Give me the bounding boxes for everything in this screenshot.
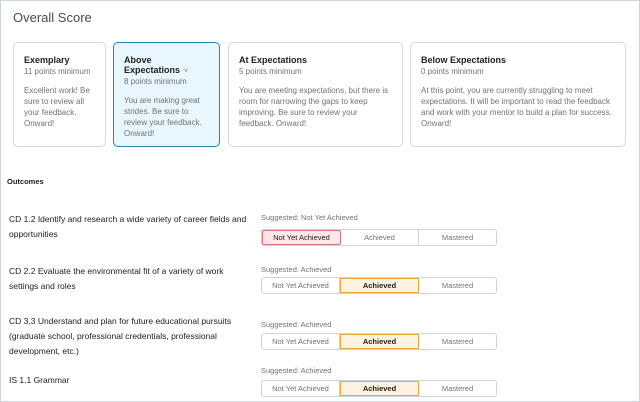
option-not-yet-achieved[interactable]: Not Yet Achieved (262, 278, 340, 293)
option-achieved[interactable]: Achieved (340, 278, 419, 293)
option-achieved[interactable]: Achieved (341, 230, 419, 245)
level-name-row: Above Expectations ˅ (124, 55, 209, 75)
outcome-name: CD 2.2 Evaluate the environmental fit of… (9, 266, 224, 291)
level-card-below-expectations[interactable]: Below Expectations 0 points minimum At t… (410, 42, 626, 147)
option-achieved[interactable]: Achieved (340, 381, 419, 396)
level-description: Excellent work! Be sure to review all yo… (24, 86, 90, 128)
level-minimum: 8 points minimum (124, 77, 187, 86)
level-name: Above Expectations (124, 55, 181, 75)
level-name: Below Expectations (421, 55, 507, 65)
option-mastered[interactable]: Mastered (419, 334, 496, 349)
level-name: At Expectations (239, 55, 308, 65)
outcome-name: CD 3.3 Understand and plan for future ed… (9, 316, 232, 356)
option-not-yet-achieved[interactable]: Not Yet Achieved (262, 381, 340, 396)
option-achieved[interactable]: Achieved (340, 334, 419, 349)
level-description: You are meeting expectations, but there … (239, 86, 389, 128)
suggested-level: Suggested: Not Yet Achieved (261, 213, 358, 222)
suggested-level: Suggested: Achieved (261, 366, 332, 375)
outcomes-heading: Outcomes (7, 177, 44, 186)
outcome-name: CD 1.2 Identify and research a wide vari… (9, 214, 247, 239)
level-card-above-expectations[interactable]: Above Expectations ˅ 8 points minimum You… (113, 42, 220, 147)
suggested-level: Suggested: Achieved (261, 265, 332, 274)
level-description: At this point, you are currently struggl… (421, 86, 612, 128)
suggested-level: Suggested: Achieved (261, 320, 332, 329)
level-description: You are making great strides. Be sure to… (124, 96, 202, 138)
outcome-name: IS 1.1 Grammar (9, 375, 70, 385)
achievement-selector: Not Yet Achieved Achieved Mastered (261, 277, 497, 294)
achievement-selector: Not Yet Achieved Achieved Mastered (261, 229, 497, 246)
level-minimum: 5 points minimum (239, 67, 302, 76)
achievement-selector: Not Yet Achieved Achieved Mastered (261, 333, 497, 350)
page-title: Overall Score (13, 10, 92, 25)
option-not-yet-achieved[interactable]: Not Yet Achieved (262, 230, 341, 245)
level-name: Exemplary (24, 55, 70, 65)
level-minimum: 11 points minimum (24, 67, 91, 76)
option-mastered[interactable]: Mastered (419, 230, 496, 245)
level-card-at-expectations[interactable]: At Expectations 5 points minimum You are… (228, 42, 403, 147)
option-mastered[interactable]: Mastered (419, 381, 496, 396)
level-card-exemplary[interactable]: Exemplary 11 points minimum Excellent wo… (13, 42, 106, 147)
achievement-selector: Not Yet Achieved Achieved Mastered (261, 380, 497, 397)
option-not-yet-achieved[interactable]: Not Yet Achieved (262, 334, 340, 349)
option-mastered[interactable]: Mastered (419, 278, 496, 293)
chevron-down-icon: ˅ (184, 68, 189, 75)
level-minimum: 0 points minimum (421, 67, 484, 76)
overall-score-panel: Overall Score Exemplary 11 points minimu… (0, 0, 640, 402)
